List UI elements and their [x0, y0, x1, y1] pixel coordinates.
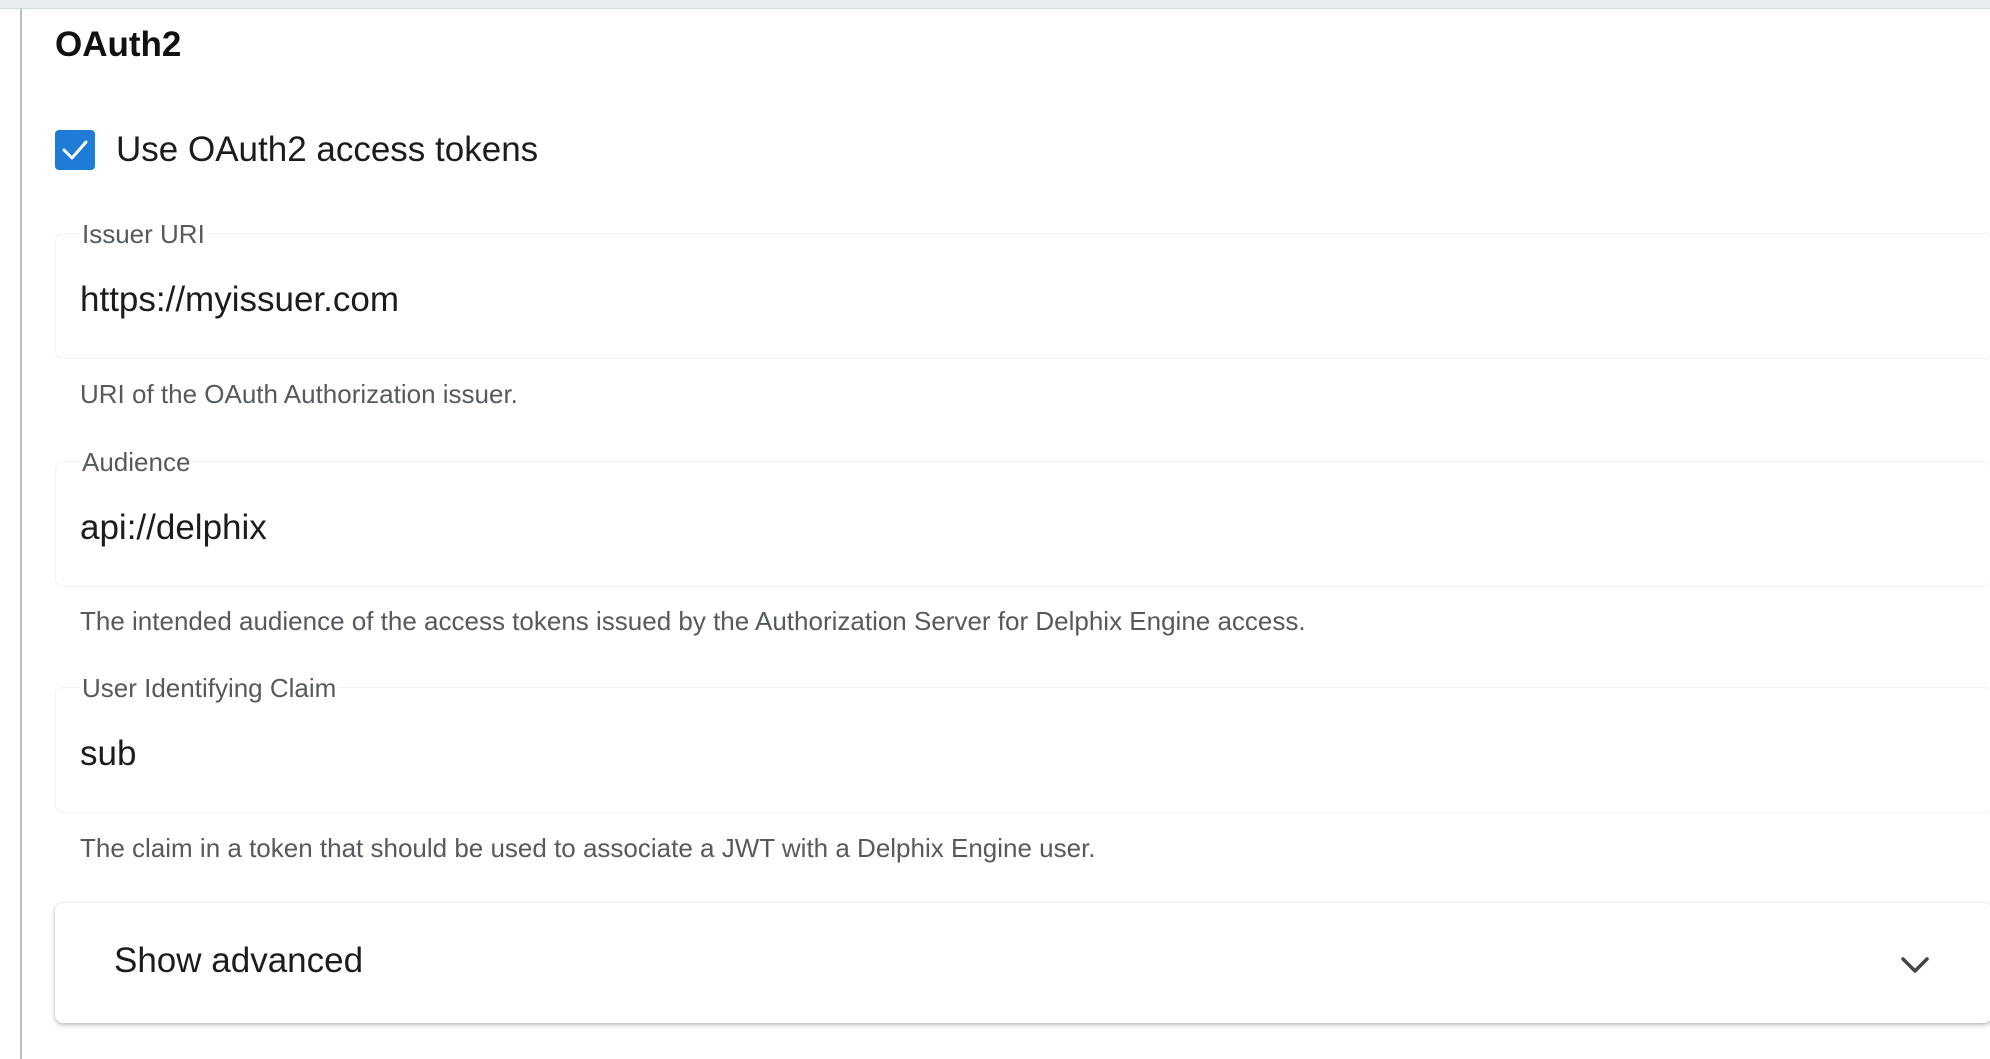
- issuer-uri-help: URI of the OAuth Authorization issuer.: [80, 379, 518, 409]
- issuer-uri-input[interactable]: https://myissuer.com: [80, 280, 399, 320]
- user-identifying-claim-help: The claim in a token that should be used…: [80, 833, 1096, 863]
- checkmark-icon: [62, 140, 88, 160]
- issuer-uri-label: Issuer URI: [80, 219, 207, 250]
- user-identifying-claim-input[interactable]: sub: [80, 734, 136, 774]
- audience-help: The intended audience of the access toke…: [80, 606, 1306, 636]
- show-advanced-label: Show advanced: [114, 941, 364, 980]
- oauth2-settings-panel: OAuth2 Use OAuth2 access tokens Issuer U…: [20, 9, 1990, 1059]
- audience-input[interactable]: api://delphix: [80, 508, 267, 548]
- user-identifying-claim-field[interactable]: User Identifying Claim sub: [55, 673, 1990, 813]
- section-title: OAuth2: [55, 25, 182, 64]
- issuer-uri-field[interactable]: Issuer URI https://myissuer.com: [55, 219, 1990, 359]
- audience-field[interactable]: Audience api://delphix: [55, 447, 1990, 587]
- user-identifying-claim-label: User Identifying Claim: [80, 673, 339, 704]
- window-top-edge: [0, 0, 1990, 9]
- use-oauth2-checkbox[interactable]: [55, 130, 95, 170]
- audience-label: Audience: [80, 447, 193, 478]
- show-advanced-expander[interactable]: Show advanced: [55, 903, 1990, 1023]
- use-oauth2-label: Use OAuth2 access tokens: [116, 130, 539, 169]
- chevron-down-icon[interactable]: [1898, 953, 1932, 977]
- use-oauth2-checkbox-row[interactable]: Use OAuth2 access tokens: [55, 130, 538, 170]
